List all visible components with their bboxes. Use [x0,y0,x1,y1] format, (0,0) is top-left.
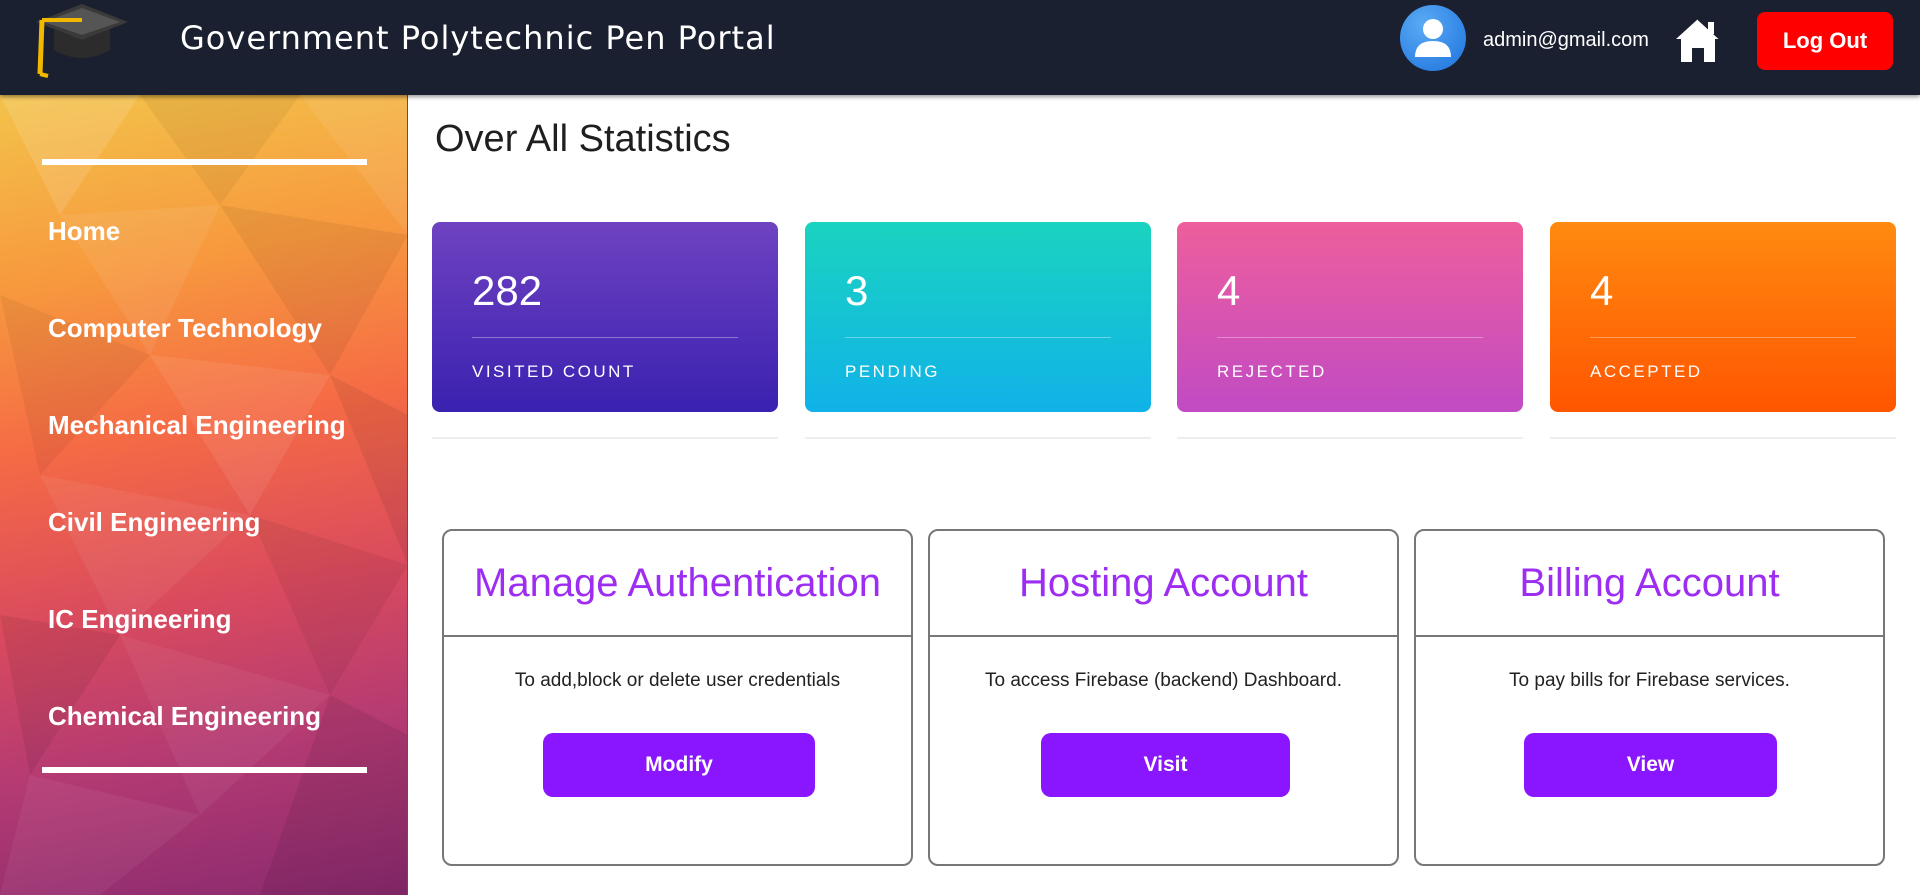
top-navbar: Government Polytechnic Pen Portal admin@… [0,0,1920,95]
panel-divider [1416,635,1883,637]
page-title: Over All Statistics [435,118,731,160]
stat-card-underline [805,437,1151,439]
panel-divider [444,635,911,637]
sidebar: Home Computer Technology Mechanical Engi… [0,95,408,895]
stat-card-pending: 3 PENDING [805,222,1151,412]
visit-button[interactable]: Visit [1041,733,1290,797]
stat-value: 4 [1217,267,1241,314]
sidebar-item-mechanical-engineering[interactable]: Mechanical Engineering [48,410,346,440]
panel-manage-authentication: Manage Authentication To add,block or de… [442,529,913,866]
logout-button[interactable]: Log Out [1757,12,1893,70]
panel-description: To access Firebase (backend) Dashboard. [985,670,1342,691]
sidebar-item-civil-engineering[interactable]: Civil Engineering [48,507,260,537]
stat-card-underline [1550,437,1896,439]
panel-title: Billing Account [1519,561,1780,605]
user-avatar-icon[interactable] [1400,5,1466,71]
panel-description: To pay bills for Firebase services. [1509,670,1790,691]
portal-title: Government Polytechnic Pen Portal [180,19,776,57]
stat-card-underline [432,437,778,439]
stat-label: PENDING [845,362,940,381]
panel-title: Hosting Account [1018,561,1309,605]
view-button[interactable]: View [1524,733,1777,797]
stat-card-accepted: 4 ACCEPTED [1550,222,1896,412]
sidebar-item-ic-engineering[interactable]: IC Engineering [48,604,231,634]
panel-description: To add,block or delete user credentials [514,670,841,691]
stat-card-underline [1177,437,1523,439]
sidebar-divider-bottom [42,767,367,773]
stat-value: 4 [1590,267,1614,314]
stat-label: VISITED COUNT [472,362,636,381]
stat-card-visited: 282 VISITED COUNT [432,222,778,412]
panel-hosting-account: Hosting Account To access Firebase (back… [928,529,1399,866]
home-icon[interactable] [1673,16,1723,64]
stat-divider [845,337,1111,338]
sidebar-divider-top [42,159,367,165]
stat-value: 3 [845,267,869,314]
stat-divider [472,337,738,338]
stat-label: ACCEPTED [1590,362,1703,381]
stat-value: 282 [472,267,543,314]
stat-card-rejected: 4 REJECTED [1177,222,1523,412]
stat-label: REJECTED [1217,362,1327,381]
user-email: admin@gmail.com [1483,29,1649,51]
panel-title: Manage Authentication [474,561,881,605]
stat-divider [1217,337,1483,338]
sidebar-background-pattern [0,95,407,895]
panel-divider [930,635,1397,637]
stat-divider [1590,337,1856,338]
sidebar-item-home[interactable]: Home [48,216,120,246]
sidebar-item-computer-technology[interactable]: Computer Technology [48,313,322,343]
panel-billing-account: Billing Account To pay bills for Firebas… [1414,529,1885,866]
graduation-cap-icon [36,4,128,78]
modify-button[interactable]: Modify [543,733,815,797]
sidebar-item-chemical-engineering[interactable]: Chemical Engineering [48,701,321,731]
